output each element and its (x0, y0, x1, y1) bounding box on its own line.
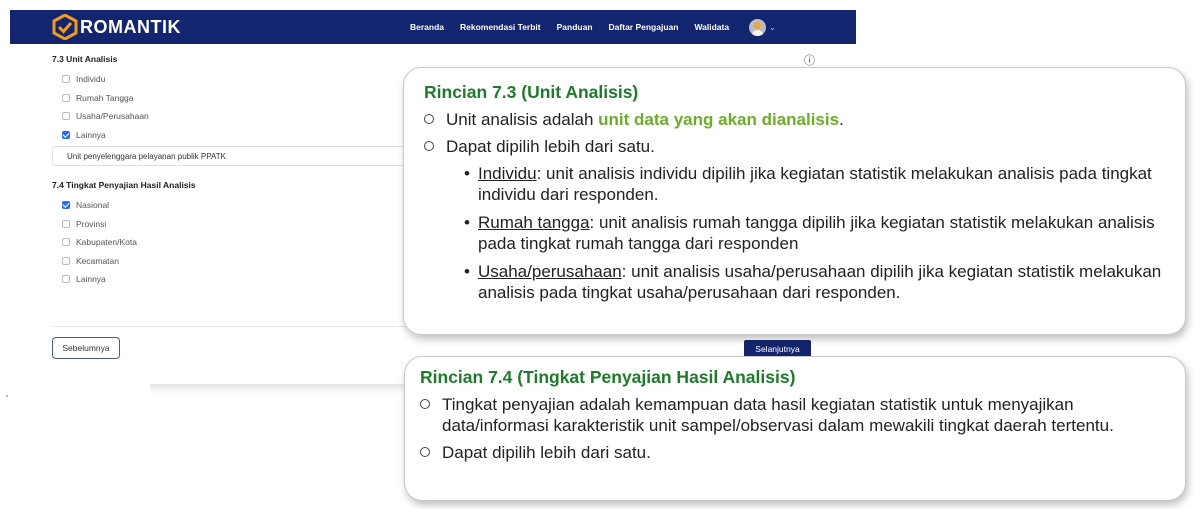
callout-item-text: Unit analisis adalah unit data yang akan… (446, 109, 844, 130)
option-label: Rumah Tangga (76, 92, 134, 103)
callout-tingkat-penyajian: Rincian 7.4 (Tingkat Penyajian Hasil Ana… (404, 356, 1186, 501)
nav-link-beranda[interactable]: Beranda (410, 22, 444, 32)
definition: : unit analisis individu dipilih jika ke… (478, 164, 1152, 204)
option-kecamatan: Kecamatan (62, 252, 196, 271)
nav-links: Beranda Rekomendasi Terbit Panduan Dafta… (410, 10, 776, 44)
checkbox[interactable] (62, 256, 70, 265)
option-provinsi: Provinsi (62, 215, 196, 234)
top-navbar: ROMANTIK Beranda Rekomendasi Terbit Pand… (10, 10, 856, 44)
option-label: Nasional (76, 200, 110, 211)
avatar (749, 18, 767, 36)
option-nasional: Nasional (62, 196, 196, 215)
logo-check-icon (52, 14, 78, 40)
stray-dot (6, 395, 8, 397)
nav-link-daftar-pengajuan[interactable]: Daftar Pengajuan (609, 22, 679, 32)
callout-item: Dapat dipilih lebih dari satu. (424, 136, 1167, 157)
option-label: Kabupaten/Kota (76, 237, 137, 248)
term: Usaha/perusahaan (478, 262, 622, 281)
option-lainnya: Lainnya (62, 270, 196, 289)
sub-item-text: Usaha/perusahaan: unit analisis usaha/pe… (478, 261, 1167, 303)
callout-item-text: Dapat dipilih lebih dari satu. (442, 443, 651, 462)
callout-item: Tingkat penyajian adalah kemampuan data … (420, 394, 1167, 436)
divider (52, 326, 406, 327)
item-text-prefix: Unit analisis adalah (446, 110, 599, 129)
callout-item: Unit analisis adalah unit data yang akan… (424, 109, 1167, 130)
option-label: Lainnya (76, 274, 106, 285)
brand-name: ROMANTIK (80, 16, 181, 37)
highlight-text: unit data yang akan dianalisis (598, 110, 840, 129)
bullet-icon: • (464, 262, 470, 281)
checkbox[interactable] (62, 238, 70, 247)
user-menu[interactable]: ⌄ (749, 18, 776, 36)
sub-list: • Individu: unit analisis individu dipil… (464, 163, 1167, 303)
checkbox-checked[interactable] (62, 130, 70, 139)
checkbox[interactable] (62, 112, 70, 121)
option-label: Kecamatan (76, 255, 119, 266)
nav-link-rekomendasi-terbit[interactable]: Rekomendasi Terbit (460, 22, 541, 32)
callout-item-text: Tingkat penyajian adalah kemampuan data … (442, 395, 1114, 435)
item-text-suffix: . (839, 110, 844, 129)
option-label: Usaha/Perusahaan (76, 111, 149, 122)
circle-bullet-icon (424, 141, 434, 151)
other-unit-input[interactable]: Unit penyelenggara pelayanan publik PPAT… (52, 146, 412, 166)
callout-item: Dapat dipilih lebih dari satu. (420, 442, 1167, 463)
callout-title: Rincian 7.3 (Unit Analisis) (424, 82, 639, 102)
section-title: 7.3 Unit Analisis (52, 54, 118, 64)
sub-item-individu: • Individu: unit analisis individu dipil… (464, 163, 1167, 205)
sub-item-usaha-perusahaan: • Usaha/perusahaan: unit analisis usaha/… (464, 261, 1167, 303)
sub-item-text: Rumah tangga: unit analisis rumah tangga… (478, 212, 1167, 254)
option-label: Individu (76, 74, 106, 85)
nav-link-walidata[interactable]: Walidata (694, 22, 729, 32)
chevron-down-icon: ⌄ (769, 22, 776, 32)
checkbox[interactable] (62, 93, 70, 102)
section-title: 7.4 Tingkat Penyajian Hasil Analisis (52, 180, 196, 190)
circle-bullet-icon (420, 447, 430, 457)
sub-item-text: Individu: unit analisis individu dipilih… (478, 163, 1167, 205)
checkbox[interactable] (62, 75, 70, 84)
term: Rumah tangga (478, 213, 590, 232)
callout-unit-analisis: Rincian 7.3 (Unit Analisis) Unit analisi… (403, 67, 1186, 335)
section-tingkat-penyajian: 7.4 Tingkat Penyajian Hasil Analisis Nas… (52, 180, 196, 289)
term: Individu (478, 164, 537, 183)
option-label: Lainnya (76, 129, 106, 140)
checkbox-checked[interactable] (62, 201, 70, 210)
nav-link-panduan[interactable]: Panduan (557, 22, 593, 32)
sub-item-rumah-tangga: • Rumah tangga: unit analisis rumah tang… (464, 212, 1167, 254)
callout-title: Rincian 7.4 (Tingkat Penyajian Hasil Ana… (420, 367, 796, 387)
callout-item-text: Dapat dipilih lebih dari satu. (446, 137, 655, 156)
circle-bullet-icon (420, 399, 430, 409)
checkbox[interactable] (62, 219, 70, 228)
option-label: Provinsi (76, 218, 107, 229)
option-kabupaten-kota: Kabupaten/Kota (62, 233, 196, 252)
previous-button[interactable]: Sebelumnya (52, 337, 120, 359)
bullet-icon: • (464, 213, 470, 232)
bullet-icon: • (464, 164, 470, 183)
brand-logo[interactable]: ROMANTIK (52, 14, 181, 40)
circle-bullet-icon (424, 114, 434, 124)
checkbox[interactable] (62, 275, 70, 284)
